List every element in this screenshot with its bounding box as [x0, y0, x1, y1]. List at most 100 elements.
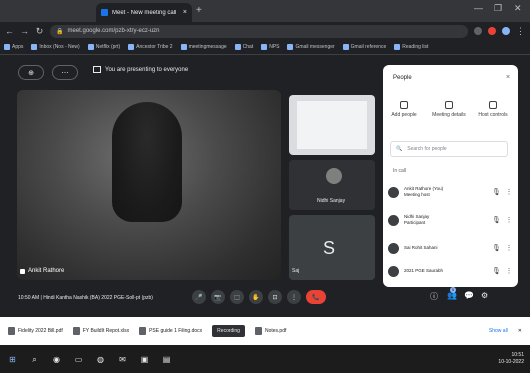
avatar: [388, 186, 399, 198]
more-vert-icon[interactable]: ⋮: [505, 267, 513, 275]
file-explorer-icon[interactable]: ▭: [72, 353, 85, 366]
chat-icon[interactable]: 💬: [464, 291, 474, 300]
people-count-badge: 5: [450, 287, 456, 293]
address-bar[interactable]: 🔒 meet.google.com/pzb-xtry-ecz-uzn: [50, 24, 468, 38]
search-icon: 🔍: [396, 146, 403, 152]
photos-icon[interactable]: ▣: [138, 353, 151, 366]
mic-toggle-button[interactable]: 🎤: [192, 290, 206, 304]
forward-icon[interactable]: →: [20, 26, 29, 36]
new-tab-button[interactable]: +: [196, 5, 202, 16]
download-item[interactable]: Fidelity 2022 Bill.pdf: [8, 327, 63, 335]
lock-icon: 🔒: [56, 28, 64, 35]
download-item[interactable]: Notes.pdf: [254, 327, 286, 335]
main-video-tile[interactable]: [17, 90, 281, 280]
reload-icon[interactable]: ↻: [35, 26, 44, 37]
edge-icon[interactable]: ◉: [50, 353, 63, 366]
mic-icon[interactable]: 🎙: [492, 188, 501, 196]
meeting-details-button[interactable]: Meeting details: [428, 101, 470, 118]
close-window-button[interactable]: ✕: [514, 3, 522, 14]
close-icon[interactable]: ×: [506, 74, 510, 81]
menu-icon[interactable]: ⋮: [516, 26, 525, 37]
in-call-section-label: In call: [393, 168, 407, 174]
profile-avatar[interactable]: [502, 27, 510, 35]
list-item[interactable]: Sai Rohit Sahani 🎙 ⋮: [388, 239, 513, 257]
mic-icon[interactable]: 🎙: [492, 244, 501, 252]
mic-icon[interactable]: 🎙: [492, 216, 501, 224]
camera-toggle-button[interactable]: 📷: [211, 290, 225, 304]
bookmark-icon: [342, 44, 349, 50]
bookmark-item[interactable]: Gmail messenger: [287, 44, 335, 50]
panel-title: People: [393, 75, 412, 81]
app-icon[interactable]: ▤: [160, 353, 173, 366]
details-icon: [445, 101, 453, 109]
avatar: [388, 214, 399, 226]
bookmark-item[interactable]: Chat: [234, 44, 253, 50]
close-icon[interactable]: ✕: [518, 328, 522, 334]
list-item[interactable]: Ankit Rathore (You) Meeting host 🎙 ⋮: [388, 183, 513, 201]
bookmark-icon: [128, 44, 135, 50]
start-icon[interactable]: ⊞: [6, 353, 19, 366]
captions-button[interactable]: ⬚: [230, 290, 244, 304]
add-people-button[interactable]: Add people: [383, 101, 425, 118]
participant-initial: S: [323, 238, 336, 258]
show-all-button[interactable]: Show all: [489, 328, 508, 334]
file-icon: [254, 327, 262, 335]
tab-close-icon[interactable]: ×: [183, 9, 187, 16]
info-icon[interactable]: ⓘ: [430, 291, 438, 302]
bookmark-item[interactable]: Ancestor Tribe 2: [128, 44, 173, 50]
chrome-icon[interactable]: ◍: [94, 353, 107, 366]
presenting-banner: You are presenting to everyone: [93, 66, 188, 73]
more-options-button[interactable]: ⋮: [287, 290, 301, 304]
list-item[interactable]: 2021 PGE Saurabh 🎙 ⋮: [388, 262, 513, 280]
meet-favicon-icon: [101, 9, 108, 16]
pin-button[interactable]: ⊕: [18, 65, 44, 80]
host-controls-icon: [489, 101, 497, 109]
main-participant-label: Ankit Rathore: [20, 268, 64, 274]
bookmark-icon: [31, 44, 38, 50]
tab-title: Meet - New meeting call: [112, 9, 177, 16]
avatar: [326, 168, 342, 184]
extension-icon[interactable]: [488, 27, 496, 35]
mail-icon[interactable]: ✉: [116, 353, 129, 366]
bookmark-item[interactable]: Inbox (Nos - New): [31, 44, 80, 50]
bookmark-icon: [234, 44, 241, 50]
activities-icon[interactable]: ⚙: [481, 291, 488, 300]
bookmark-item[interactable]: NPS: [261, 44, 279, 50]
system-clock[interactable]: 10:51 10-10-2022: [498, 352, 524, 366]
browser-tab[interactable]: Meet - New meeting call ×: [96, 3, 192, 22]
bookmark-item[interactable]: Apps: [4, 44, 23, 50]
bookmark-item[interactable]: Gmail reference: [342, 44, 386, 50]
file-icon: [139, 327, 147, 335]
host-controls-button[interactable]: Host controls: [472, 101, 514, 118]
mic-icon[interactable]: 🎙: [492, 267, 501, 275]
reading-list[interactable]: Reading list: [394, 44, 428, 50]
more-vert-icon[interactable]: ⋮: [505, 216, 513, 224]
bookmark-item[interactable]: meetingmessage: [180, 44, 227, 50]
bookmark-item[interactable]: Netflix (prt): [87, 44, 120, 50]
minimize-button[interactable]: —: [474, 3, 483, 13]
raise-hand-button[interactable]: ✋: [249, 290, 263, 304]
avatar: [388, 242, 399, 254]
search-icon[interactable]: ⌕: [28, 353, 41, 366]
meeting-info: 10:50 AM | Hindi Kantha Nashik (BA) 2022…: [18, 295, 153, 301]
more-vert-icon[interactable]: ⋮: [505, 188, 513, 196]
more-vert-icon[interactable]: ⋮: [505, 244, 513, 252]
download-item[interactable]: Recording: [212, 325, 245, 337]
participant-name: Saj: [292, 268, 300, 274]
maximize-button[interactable]: ❐: [494, 3, 502, 14]
download-item[interactable]: PSE guide 1 Filing.docx: [139, 327, 202, 335]
end-call-button[interactable]: 📞: [306, 290, 326, 304]
list-item[interactable]: Nidhi Sanjay Participant 🎙 ⋮: [388, 211, 513, 229]
screen-share-tile[interactable]: [289, 95, 375, 155]
more-options-button[interactable]: ⋯: [52, 65, 78, 80]
shared-screen-preview: [297, 101, 367, 149]
download-item[interactable]: FY BuildIt Repot.xlsx: [72, 327, 129, 335]
browser-tab-bar: [0, 0, 530, 22]
people-search-input[interactable]: 🔍 Search for people: [390, 141, 508, 157]
call-controls: 🎤 📷 ⬚ ✋ ⊡ ⋮ 📞: [192, 290, 326, 304]
present-button[interactable]: ⊡: [268, 290, 282, 304]
extension-icon[interactable]: [474, 27, 482, 35]
back-icon[interactable]: ←: [5, 26, 14, 36]
search-placeholder: Search for people: [407, 146, 447, 152]
bookmark-icon: [261, 44, 268, 50]
